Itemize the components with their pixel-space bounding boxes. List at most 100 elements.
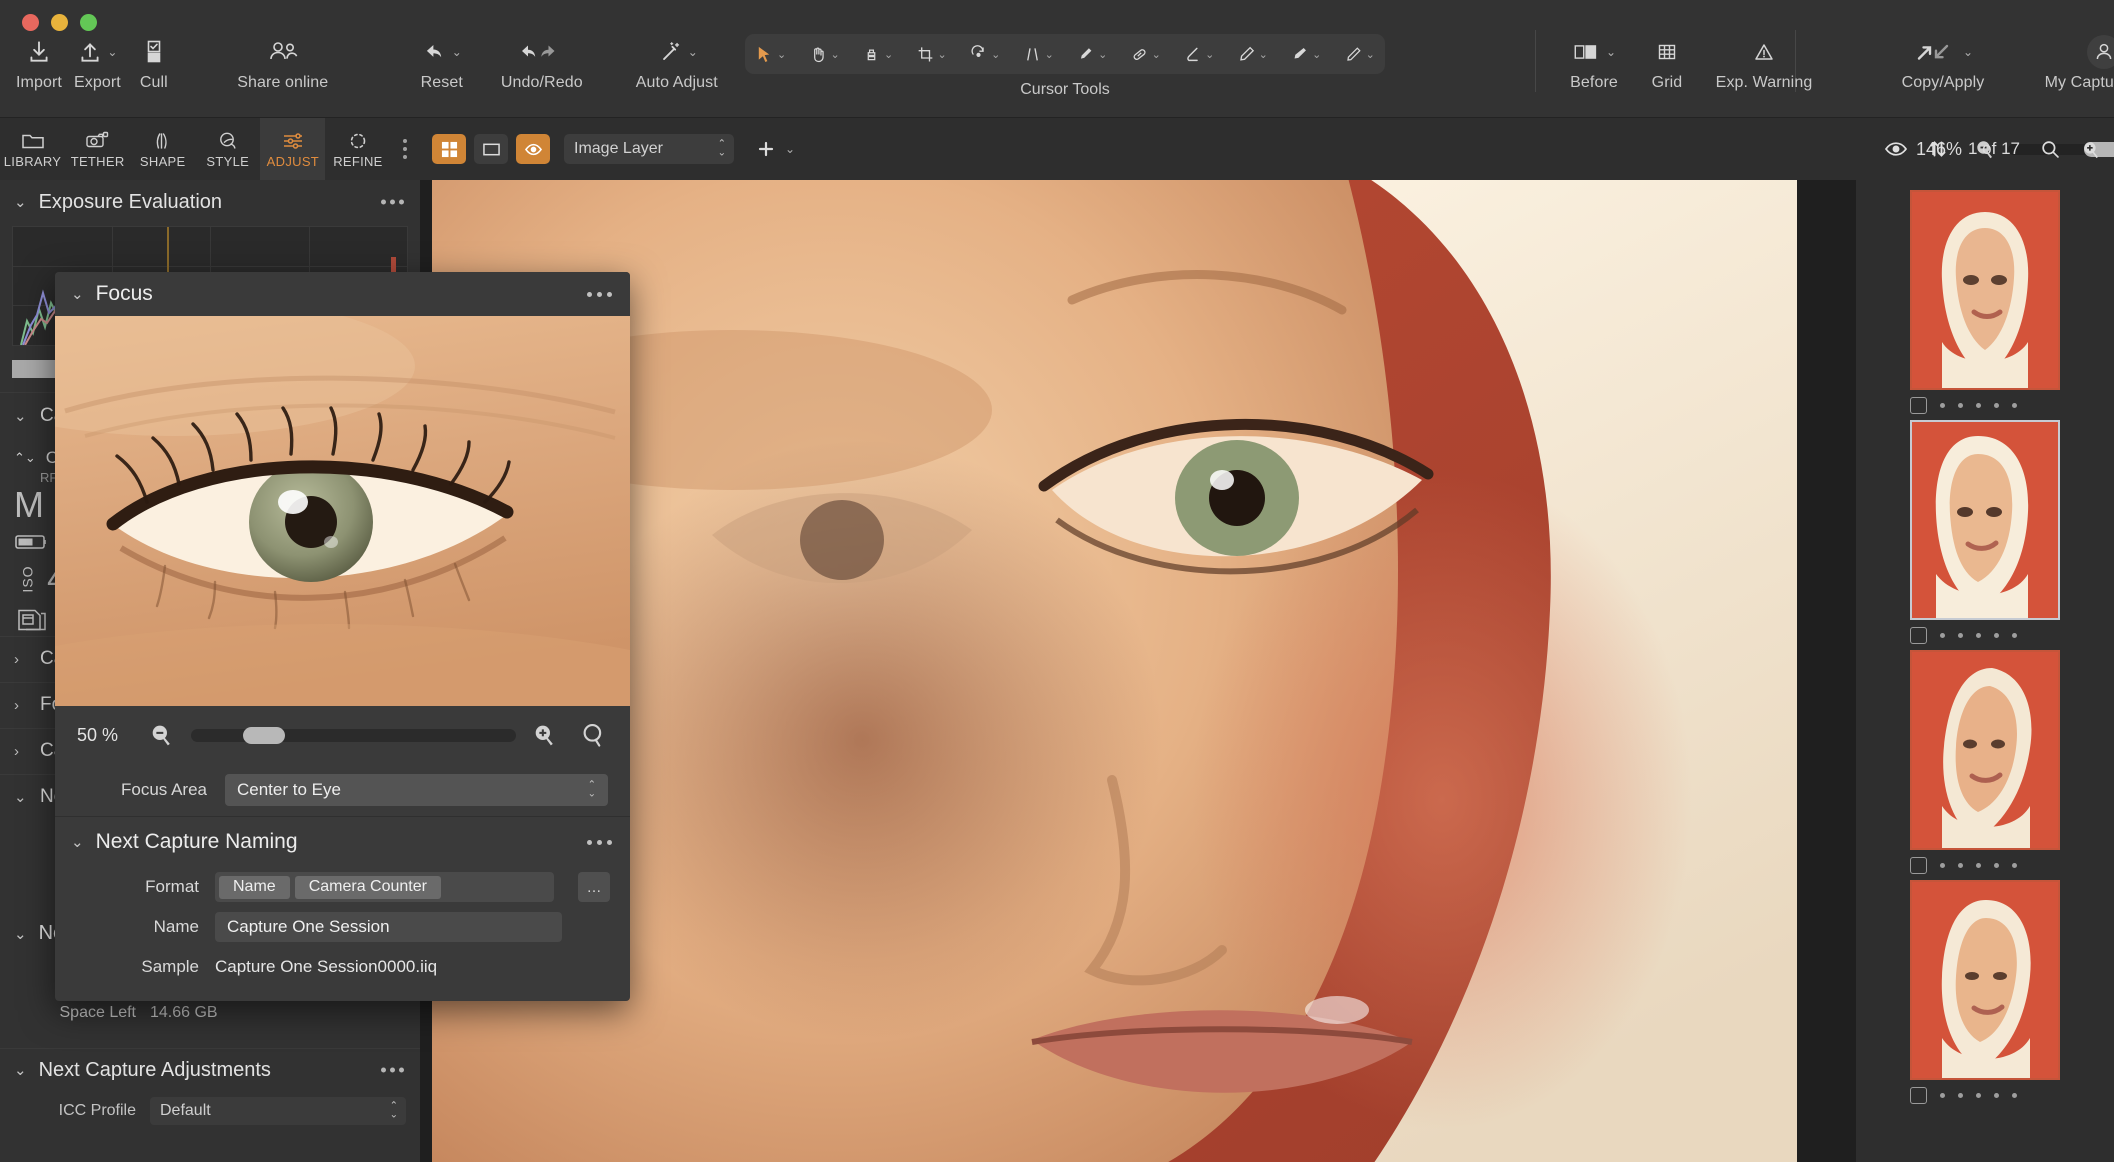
stepper-icon[interactable]: ⌃⌄: [718, 139, 726, 158]
thumbnail-4-rating[interactable]: [1940, 1093, 2017, 1098]
thumbnail-2-rating[interactable]: [1940, 633, 2017, 638]
auto-adjust-button[interactable]: ⌄ Auto Adjust: [619, 34, 735, 92]
rating-dot[interactable]: [1994, 403, 1999, 408]
stepper-icon[interactable]: ⌃⌄: [14, 450, 36, 466]
rating-dot[interactable]: [1976, 863, 1981, 868]
export-chevron-down-icon[interactable]: ⌄: [107, 46, 117, 58]
cursor-tool-crop[interactable]: ⌄: [914, 45, 949, 64]
stepper-icon[interactable]: ⌃⌄: [588, 780, 596, 799]
rating-dot[interactable]: [1976, 633, 1981, 638]
layer-select[interactable]: Image Layer ⌃ ⌄: [564, 134, 734, 164]
undo-redo-button[interactable]: Undo/Redo: [483, 34, 601, 92]
single-view-button[interactable]: [474, 134, 508, 164]
tab-library[interactable]: LIBRARY: [0, 118, 65, 180]
close-window-button[interactable]: [22, 14, 39, 31]
tab-style[interactable]: STYLE: [195, 118, 260, 180]
rotate-tool-chevron-down-icon[interactable]: ⌄: [991, 48, 1000, 61]
rating-dot[interactable]: [2012, 633, 2017, 638]
zoom-in-icon[interactable]: [532, 722, 558, 748]
cursor-tool-select[interactable]: ⌄: [753, 45, 788, 64]
tab-shape[interactable]: SHAPE: [130, 118, 195, 180]
thumbnail-zoom-icon[interactable]: [2081, 139, 2102, 160]
layer-visibility-button[interactable]: [516, 134, 550, 164]
maximize-window-button[interactable]: [80, 14, 97, 31]
cursor-tool-erase-mask[interactable]: ⌄: [1288, 45, 1323, 64]
chevron-right-icon[interactable]: ›: [14, 743, 28, 760]
thumbnail-1-checkbox[interactable]: [1910, 397, 1927, 414]
format-token-camera-counter[interactable]: Camera Counter: [294, 875, 441, 899]
rating-dot[interactable]: [1958, 1093, 1963, 1098]
rating-dot[interactable]: [2012, 863, 2017, 868]
sort-icon[interactable]: [1928, 139, 1948, 159]
minimize-window-button[interactable]: [51, 14, 68, 31]
rating-dot[interactable]: [1976, 403, 1981, 408]
clone-tool-chevron-down-icon[interactable]: ⌄: [1205, 48, 1214, 61]
loupe-icon[interactable]: [580, 721, 608, 749]
exposure-evaluation-header[interactable]: ⌄ Exposure Evaluation: [0, 180, 420, 224]
spot-removal-tool-chevron-down-icon[interactable]: ⌄: [1098, 48, 1107, 61]
exposure-evaluation-menu[interactable]: [381, 199, 404, 205]
thumbnail-1-rating[interactable]: [1940, 403, 2017, 408]
exposure-warning-button[interactable]: Exp. Warning: [1698, 34, 1830, 92]
rating-dot[interactable]: [1958, 633, 1963, 638]
chevron-down-icon[interactable]: ⌄: [71, 833, 84, 851]
draw-mask-tool-chevron-down-icon[interactable]: ⌄: [1259, 48, 1268, 61]
cursor-tool-white-balance[interactable]: ⌄: [860, 45, 895, 64]
thumbnail-4[interactable]: [1910, 880, 2060, 1080]
tool-tabs-overflow-menu[interactable]: [390, 118, 420, 180]
cursor-tool-heal[interactable]: ⌄: [1128, 45, 1163, 64]
chevron-down-icon[interactable]: ⌄: [14, 407, 28, 425]
image-viewer[interactable]: [420, 180, 1856, 1162]
main-photo[interactable]: [432, 180, 1797, 1162]
focus-panel-menu[interactable]: [587, 291, 612, 297]
thumbnail-2[interactable]: [1910, 420, 2060, 620]
export-button[interactable]: ⌄ Export: [68, 34, 127, 92]
before-after-chevron-down-icon[interactable]: ⌄: [1606, 46, 1616, 58]
focus-floating-panel[interactable]: ⌄ Focus 50 % Focus Area Center to Eye ⌃ …: [55, 272, 630, 1001]
import-button[interactable]: Import: [10, 34, 68, 92]
chevron-right-icon[interactable]: ›: [14, 697, 28, 714]
cursor-tool-pan[interactable]: ⌄: [807, 45, 842, 64]
tab-refine[interactable]: REFINE: [325, 118, 390, 180]
eye-icon[interactable]: [1884, 140, 1908, 158]
rating-dot[interactable]: [1940, 633, 1945, 638]
rating-dot[interactable]: [1994, 1093, 1999, 1098]
next-capture-naming-menu[interactable]: [587, 839, 612, 845]
cursor-tool-rotate[interactable]: ⌄: [967, 44, 1002, 64]
my-capture-one-button[interactable]: My Capture One: [2032, 34, 2114, 92]
thumbnail-2-checkbox[interactable]: [1910, 627, 1927, 644]
focus-panel-header[interactable]: ⌄ Focus: [55, 272, 630, 316]
format-token-name[interactable]: Name: [219, 875, 290, 899]
tab-tether[interactable]: TETHER: [65, 118, 130, 180]
zoom-out-icon[interactable]: [149, 722, 175, 748]
gradient-mask-tool-chevron-down-icon[interactable]: ⌄: [1366, 48, 1375, 61]
rating-dot[interactable]: [1994, 633, 1999, 638]
auto-adjust-chevron-down-icon[interactable]: ⌄: [688, 46, 698, 58]
format-more-button[interactable]: …: [578, 872, 610, 902]
keystone-tool-chevron-down-icon[interactable]: ⌄: [1045, 48, 1054, 61]
icc-profile-select[interactable]: Default ⌃ ⌄: [150, 1096, 406, 1125]
image-browser[interactable]: [1856, 180, 2114, 1162]
pan-tool-chevron-down-icon[interactable]: ⌄: [831, 48, 840, 61]
focus-area-select[interactable]: Center to Eye ⌃ ⌄: [225, 774, 608, 806]
chevron-down-icon[interactable]: ⌄: [71, 285, 84, 303]
thumbnail-1[interactable]: [1910, 190, 2060, 390]
cursor-tool-clone[interactable]: ⌄: [1181, 45, 1216, 64]
thumbnail-4-checkbox[interactable]: [1910, 1087, 1927, 1104]
cursor-tool-spot-removal[interactable]: ⌄: [1074, 45, 1109, 64]
copy-apply-chevron-down-icon[interactable]: ⌄: [1963, 46, 1973, 58]
grid-view-button[interactable]: [432, 134, 466, 164]
cursor-tool-keystone[interactable]: ⌄: [1021, 45, 1056, 64]
rating-dot[interactable]: [1940, 863, 1945, 868]
thumbnail-3[interactable]: [1910, 650, 2060, 850]
add-layer-button[interactable]: ⌄: [756, 139, 795, 159]
stepper-icon[interactable]: ⌃⌄: [390, 1101, 398, 1120]
focus-zoom-slider[interactable]: [191, 726, 516, 744]
add-layer-chevron-down-icon[interactable]: ⌄: [785, 143, 795, 155]
next-capture-adjustments-header[interactable]: ⌄ Next Capture Adjustments: [0, 1047, 420, 1092]
rating-dot[interactable]: [2012, 403, 2017, 408]
erase-mask-tool-chevron-down-icon[interactable]: ⌄: [1312, 48, 1321, 61]
thumbnail-3-checkbox[interactable]: [1910, 857, 1927, 874]
rating-dot[interactable]: [1976, 1093, 1981, 1098]
cursor-tool-draw-mask[interactable]: ⌄: [1235, 45, 1270, 64]
